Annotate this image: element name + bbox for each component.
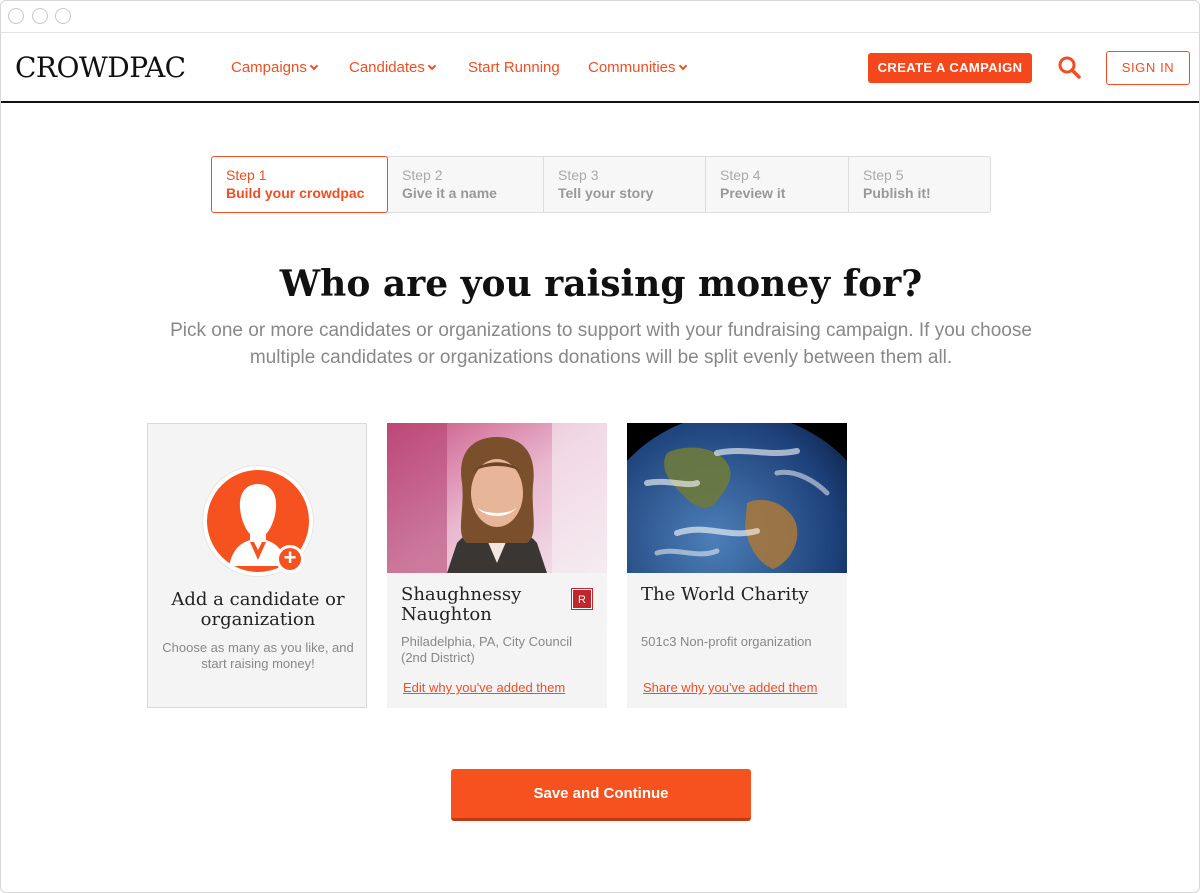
nav-campaigns-label: Campaigns	[231, 59, 307, 76]
progress-steps: Step 1 Build your crowdpac Step 2 Give i…	[211, 156, 991, 213]
organization-name: The World Charity	[641, 584, 809, 605]
nav-start-running-label: Start Running	[468, 59, 560, 76]
crowdpac-logo[interactable]: CROWDPAC	[15, 51, 186, 84]
step-number: Step 4	[720, 167, 761, 183]
step-number: Step 3	[558, 167, 599, 183]
candidate-description: Philadelphia, PA, City Council (2nd Dist…	[401, 634, 573, 665]
candidate-name: Shaughnessy Naughton	[401, 584, 522, 625]
window-titlebar	[1, 1, 1199, 33]
step-label: Tell your story	[558, 185, 654, 201]
nav-start-running[interactable]: Start Running	[468, 59, 560, 76]
organization-card[interactable]: The World Charity 501c3 Non-profit organ…	[627, 423, 847, 708]
step-number: Step 1	[226, 167, 267, 183]
plus-icon: +	[276, 545, 304, 573]
nav-communities[interactable]: Communities	[588, 59, 687, 76]
page-title: Who are you raising money for?	[279, 263, 923, 305]
party-badge: R	[572, 589, 592, 609]
chevron-down-icon	[427, 61, 437, 71]
step-5[interactable]: Step 5 Publish it!	[849, 157, 990, 212]
create-campaign-button[interactable]: CREATE A CAMPAIGN	[868, 53, 1032, 83]
candidate-card[interactable]: Shaughnessy Naughton R Philadelphia, PA,…	[387, 423, 607, 708]
search-icon[interactable]	[1057, 55, 1081, 79]
candidate-photo	[387, 423, 607, 573]
organization-photo	[627, 423, 847, 573]
close-window-button[interactable]	[8, 8, 24, 24]
chevron-down-icon	[678, 61, 687, 71]
step-4[interactable]: Step 4 Preview it	[706, 157, 849, 212]
step-label: Publish it!	[863, 185, 931, 201]
organization-description: 501c3 Non-profit organization	[641, 634, 812, 649]
page-subtitle: Pick one or more candidates or organizat…	[170, 320, 1032, 368]
add-candidate-description: Choose as many as you like, and start ra…	[162, 640, 354, 671]
sign-in-button[interactable]: SIGN IN	[1106, 51, 1190, 85]
nav-candidates[interactable]: Candidates	[349, 59, 437, 76]
step-2[interactable]: Step 2 Give it a name	[388, 157, 544, 212]
browser-window: CROWDPAC Campaigns Candidates Start Runn…	[0, 0, 1200, 893]
nav-communities-label: Communities	[588, 59, 676, 76]
step-label: Preview it	[720, 185, 786, 201]
nav-campaigns[interactable]: Campaigns	[231, 59, 319, 76]
step-1[interactable]: Step 1 Build your crowdpac	[211, 156, 388, 213]
edit-reason-link[interactable]: Edit why you've added them	[403, 680, 565, 695]
step-3[interactable]: Step 3 Tell your story	[544, 157, 706, 212]
minimize-window-button[interactable]	[32, 8, 48, 24]
share-reason-link[interactable]: Share why you've added them	[643, 680, 817, 695]
step-label: Build your crowdpac	[226, 185, 365, 201]
top-navigation: CROWDPAC Campaigns Candidates Start Runn…	[1, 33, 1199, 103]
nav-candidates-label: Candidates	[349, 59, 425, 76]
chevron-down-icon	[309, 61, 319, 71]
add-candidate-title: Add a candidate or organization	[171, 589, 345, 630]
step-number: Step 5	[863, 167, 904, 183]
step-label: Give it a name	[402, 185, 497, 201]
step-number: Step 2	[402, 167, 443, 183]
add-candidate-card[interactable]: + Add a candidate or organization Choose…	[147, 423, 367, 708]
maximize-window-button[interactable]	[55, 8, 71, 24]
save-and-continue-button[interactable]: Save and Continue	[451, 769, 751, 821]
